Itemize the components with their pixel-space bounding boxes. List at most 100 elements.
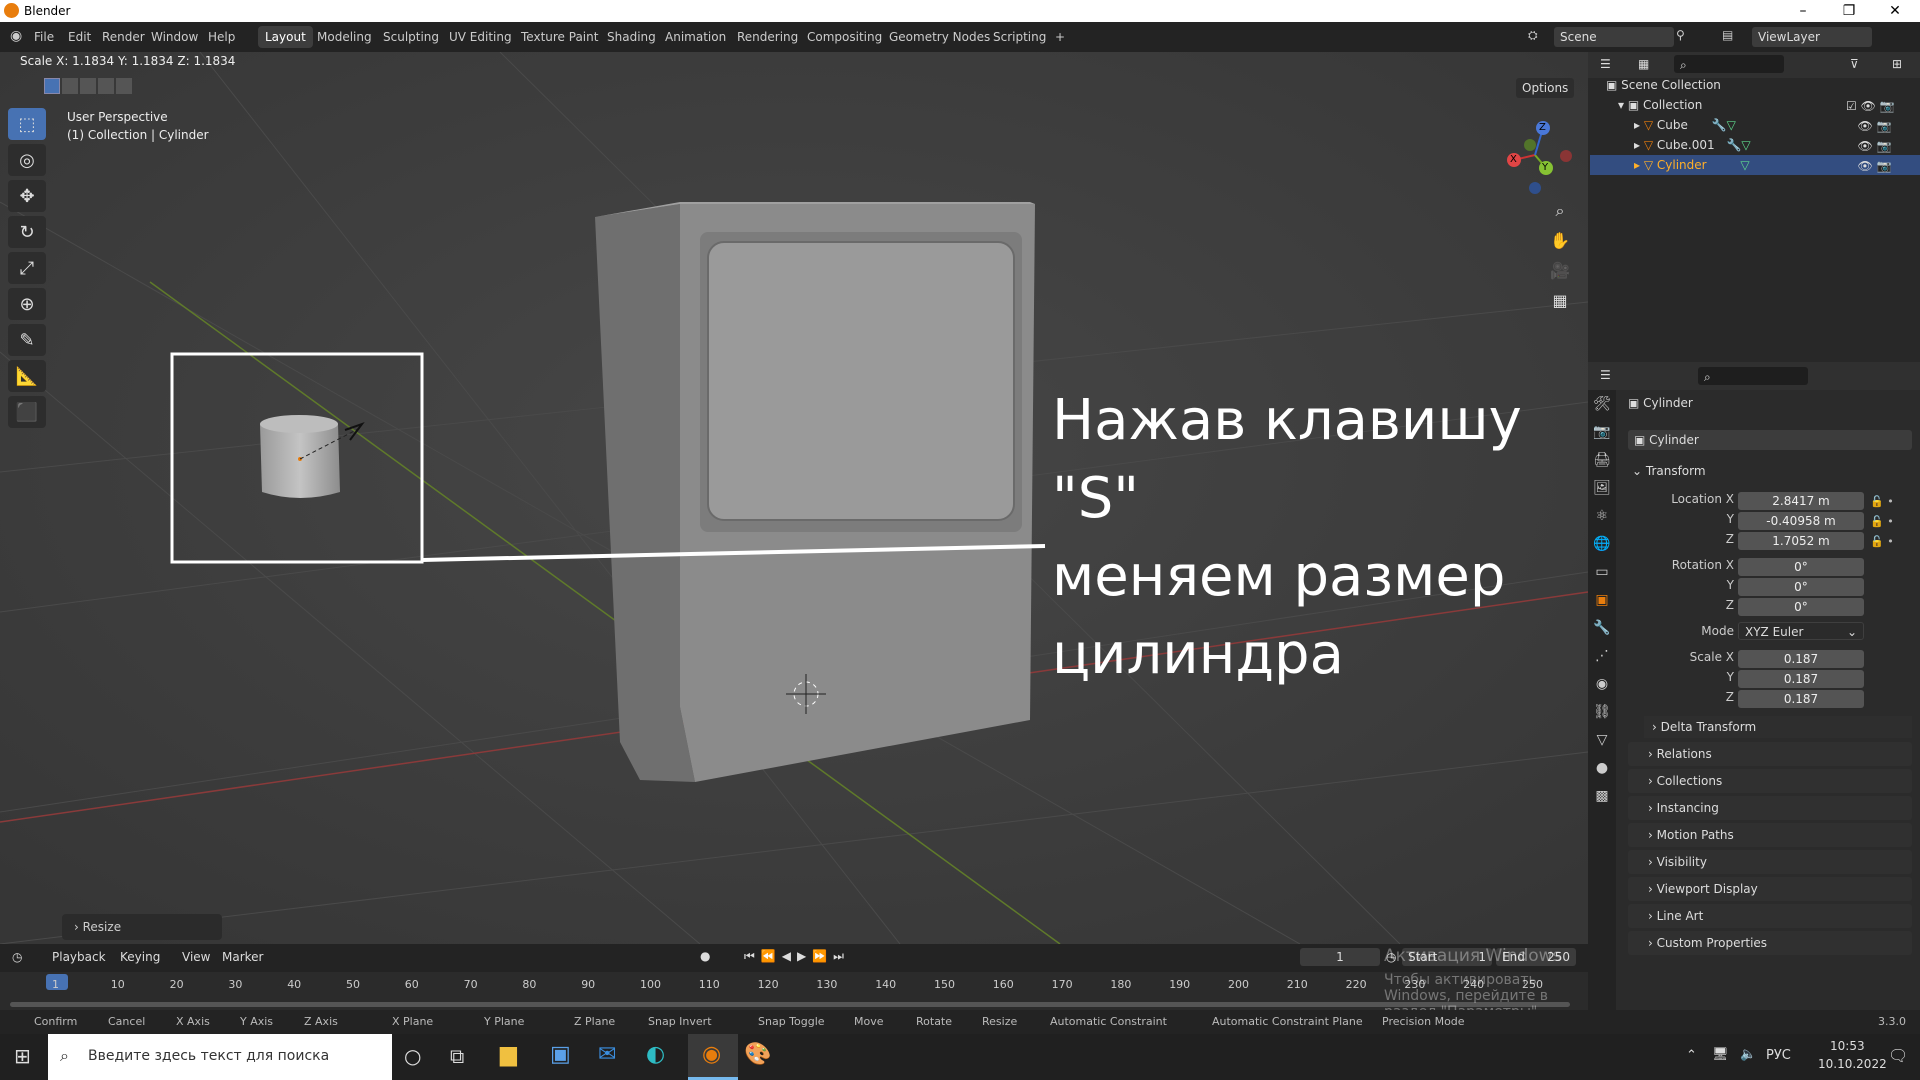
properties-search-input[interactable]: ⌕ [1698, 367, 1808, 385]
camera-view-icon[interactable]: 🎥 [1548, 256, 1572, 286]
navigation-gizmo[interactable]: X Y Z [1490, 110, 1580, 200]
eye-icon[interactable]: 👁 📷 [1846, 156, 1895, 176]
select-intersect-icon[interactable] [116, 78, 132, 94]
tab-modeling[interactable]: Modeling [310, 26, 379, 48]
rotation-z-field[interactable]: 0° [1738, 598, 1864, 616]
tab-geometry-nodes[interactable]: Geometry Nodes [882, 26, 997, 48]
constraints-tab-icon[interactable]: ⛓ [1588, 698, 1616, 726]
select-mode-buttons[interactable] [44, 78, 144, 96]
scale-tool-icon[interactable]: ⤢ [8, 252, 46, 284]
menu-edit[interactable]: Edit [68, 30, 91, 44]
3d-viewport[interactable]: Scale X: 1.1834 Y: 1.1834 Z: 1.1834 Opti… [0, 52, 1588, 944]
annotate-tool-icon[interactable]: ✎ [8, 324, 46, 356]
mesh-data-icon[interactable]: ▽ [1741, 138, 1750, 152]
edge-icon[interactable]: ◐ [646, 1042, 665, 1067]
outliner-item-cube001[interactable]: ▸ ▽ Cube.001 🔧▽ [1634, 136, 1751, 154]
display-mode-icon[interactable]: ▦ [1638, 57, 1649, 71]
eye-icon[interactable]: 👁 📷 [1846, 116, 1895, 136]
select-new-icon[interactable] [44, 78, 60, 94]
mesh-data-icon[interactable]: ▽ [1740, 158, 1749, 172]
tab-rendering[interactable]: Rendering [730, 26, 805, 48]
modifier-icon[interactable]: 🔧 [1712, 118, 1727, 132]
move-tool-icon[interactable]: ✥ [8, 180, 46, 212]
file-explorer-icon[interactable]: ▆ [500, 1042, 517, 1067]
tab-animation[interactable]: Animation [658, 26, 733, 48]
clock-date[interactable]: 10.10.2022 [1818, 1057, 1887, 1071]
render-tab-icon[interactable]: 📷 [1588, 418, 1616, 446]
select-box-icon[interactable]: ⬚ [8, 108, 46, 140]
section-collections[interactable]: › Collections [1628, 769, 1912, 793]
add-cube-tool-icon[interactable]: ⬛ [8, 396, 46, 428]
modifier-icon[interactable]: 🔧 [1726, 138, 1741, 152]
transform-tool-icon[interactable]: ⊕ [8, 288, 46, 320]
cursor-tool-icon[interactable]: ◎ [8, 144, 46, 176]
scale-x-field[interactable]: 0.187 [1738, 650, 1864, 668]
editor-type-icon[interactable]: ☰ [1600, 368, 1611, 382]
pan-hand-icon[interactable]: ✋ [1548, 226, 1572, 256]
rotation-mode-dropdown[interactable]: XYZ Euler ⌄ [1738, 622, 1864, 640]
windows-start-icon[interactable]: ⊞ [14, 1044, 31, 1068]
section-instancing[interactable]: › Instancing [1628, 796, 1912, 820]
timeline-editor-icon[interactable]: ◷ [12, 950, 22, 964]
menu-keying[interactable]: Keying [120, 950, 160, 964]
transform-header[interactable]: ⌄ Transform [1632, 464, 1706, 478]
tab-uv-editing[interactable]: UV Editing [442, 26, 519, 48]
select-subtract-icon[interactable] [80, 78, 96, 94]
eye-icon[interactable]: 👁 📷 [1846, 136, 1895, 156]
section-viewport-display[interactable]: › Viewport Display [1628, 877, 1912, 901]
tab-sculpting[interactable]: Sculpting [376, 26, 446, 48]
new-collection-icon[interactable]: ⊞ [1892, 57, 1902, 71]
paint-app-icon[interactable]: 🎨 [744, 1042, 771, 1067]
menu-help[interactable]: Help [208, 30, 235, 44]
minimize-button[interactable]: – [1780, 0, 1826, 22]
outliner-scene-collection[interactable]: ▣ Scene Collection [1606, 76, 1721, 94]
object-name-field[interactable]: ▣ Cylinder [1628, 430, 1912, 450]
timeline-scrollbar[interactable] [10, 1002, 1570, 1007]
blender-menu-icon[interactable]: ◉ [10, 28, 22, 44]
cube-object[interactable] [595, 202, 1035, 782]
tray-chevron-icon[interactable]: ⌃ [1686, 1048, 1697, 1063]
world-tab-icon[interactable]: 🌐 [1588, 530, 1616, 558]
menu-window[interactable]: Window [151, 30, 198, 44]
perspective-grid-icon[interactable]: ▦ [1548, 286, 1572, 316]
menu-playback[interactable]: Playback [52, 950, 106, 964]
lock-icon[interactable]: 🔓 • [1870, 512, 1894, 532]
output-tab-icon[interactable]: 🖨 [1588, 446, 1616, 474]
location-z-field[interactable]: 1.7052 m [1738, 532, 1864, 550]
restore-button[interactable]: ❐ [1826, 0, 1872, 22]
section-motion-paths[interactable]: › Motion Paths [1628, 823, 1912, 847]
record-icon[interactable]: ● [700, 949, 710, 963]
scene-icon[interactable]: ⛭ [1528, 28, 1538, 43]
network-icon[interactable]: 🖥 [1712, 1047, 1729, 1062]
menu-marker[interactable]: Marker [222, 950, 263, 964]
view-layer-tab-icon[interactable]: 🖼 [1588, 474, 1616, 502]
options-dropdown[interactable]: Options [1516, 78, 1575, 98]
notifications-icon[interactable]: 🗨 [1888, 1046, 1908, 1065]
section-relations[interactable]: › Relations [1628, 742, 1912, 766]
scale-z-field[interactable]: 0.187 [1738, 690, 1864, 708]
lock-icon[interactable]: 🔓 • [1870, 492, 1894, 512]
editor-type-icon[interactable]: ☰ [1600, 57, 1611, 71]
modifier-tab-icon[interactable]: 🔧 [1588, 614, 1616, 642]
rotation-y-field[interactable]: 0° [1738, 578, 1864, 596]
rotate-tool-icon[interactable]: ↻ [8, 216, 46, 248]
tab-shading[interactable]: Shading [600, 26, 663, 48]
section-line-art[interactable]: › Line Art [1628, 904, 1912, 928]
data-tab-icon[interactable]: ▽ [1588, 726, 1616, 754]
lock-icon[interactable]: 🔓 • [1870, 532, 1894, 552]
collection-tab-icon[interactable]: ▭ [1588, 558, 1616, 586]
add-workspace-button[interactable]: + [1048, 26, 1072, 48]
menu-render[interactable]: Render [102, 30, 145, 44]
location-x-field[interactable]: 2.8417 m [1738, 492, 1864, 510]
particles-tab-icon[interactable]: ⋰ [1588, 642, 1616, 670]
outliner-item-cylinder[interactable]: ▸ ▽ Cylinder ▽ [1634, 156, 1750, 174]
playback-controls[interactable]: ⏮⏪◀▶⏩⏭ [744, 949, 850, 964]
viewlayer-icon[interactable]: ▤ [1722, 28, 1733, 42]
material-tab-icon[interactable]: ● [1588, 754, 1616, 782]
tab-layout[interactable]: Layout [258, 26, 313, 48]
section-custom-properties[interactable]: › Custom Properties [1628, 931, 1912, 955]
physics-tab-icon[interactable]: ◉ [1588, 670, 1616, 698]
pin-icon[interactable]: ⚲ [1676, 28, 1685, 42]
tool-tab-icon[interactable]: 🛠 [1588, 390, 1616, 418]
texture-tab-icon[interactable]: ▩ [1588, 782, 1616, 810]
